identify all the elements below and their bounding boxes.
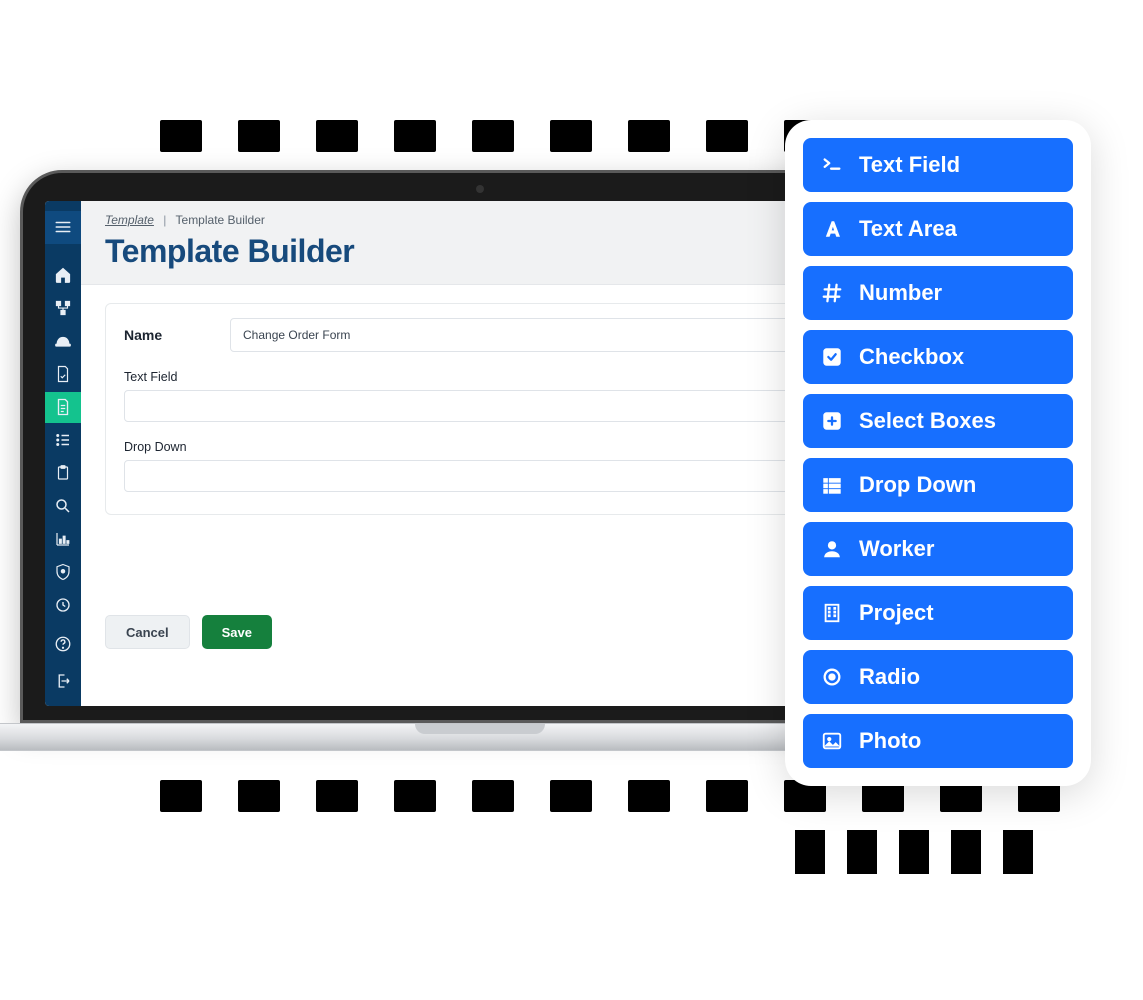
palette-label: Number [859, 280, 942, 306]
breadcrumb-separator: | [163, 213, 166, 227]
palette-label: Text Area [859, 216, 957, 242]
text-field-input[interactable] [124, 390, 872, 422]
palette-project[interactable]: Project [803, 586, 1073, 640]
breadcrumb-root[interactable]: Template [105, 213, 154, 227]
palette-label: Radio [859, 664, 920, 690]
user-icon [819, 538, 845, 560]
palette-label: Select Boxes [859, 408, 996, 434]
palette-photo[interactable]: Photo [803, 714, 1073, 768]
font-icon [819, 218, 845, 240]
sidebar-item-list[interactable] [45, 425, 81, 456]
sidebar-item-search[interactable] [45, 490, 81, 521]
palette-label: Drop Down [859, 472, 976, 498]
decoration-stripes [795, 830, 1033, 874]
palette-label: Photo [859, 728, 921, 754]
sidebar-item-hardhat[interactable] [45, 326, 81, 357]
sidebar-item-tree[interactable] [45, 293, 81, 324]
sidebar-item-home[interactable] [45, 260, 81, 291]
palette-label: Project [859, 600, 934, 626]
field-palette: Text Field Text Area Number Checkbox Sel… [785, 120, 1091, 786]
dropdown-input[interactable] [124, 460, 872, 492]
cancel-button[interactable]: Cancel [105, 615, 190, 649]
palette-number[interactable]: Number [803, 266, 1073, 320]
checkbox-icon [819, 346, 845, 368]
menu-toggle[interactable] [45, 211, 81, 244]
palette-checkbox[interactable]: Checkbox [803, 330, 1073, 384]
palette-drop-down[interactable]: Drop Down [803, 458, 1073, 512]
palette-radio[interactable]: Radio [803, 650, 1073, 704]
sidebar-item-clipboard[interactable] [45, 457, 81, 488]
sidebar-item-document[interactable] [45, 359, 81, 390]
radio-icon [819, 666, 845, 688]
palette-worker[interactable]: Worker [803, 522, 1073, 576]
name-label: Name [124, 327, 194, 343]
plus-box-icon [819, 410, 845, 432]
sidebar [45, 201, 81, 706]
form-card: Name Text Field Drop Down [105, 303, 891, 515]
palette-select-boxes[interactable]: Select Boxes [803, 394, 1073, 448]
save-button[interactable]: Save [202, 615, 272, 649]
name-input[interactable] [230, 318, 872, 352]
palette-text-field[interactable]: Text Field [803, 138, 1073, 192]
field-label-dropdown: Drop Down [124, 440, 872, 454]
breadcrumb: Template | Template Builder [105, 213, 891, 227]
terminal-icon [819, 154, 845, 176]
breadcrumb-current: Template Builder [176, 213, 265, 227]
page-title: Template Builder [105, 233, 891, 270]
building-icon [819, 602, 845, 624]
sidebar-item-clock[interactable] [45, 589, 81, 620]
palette-label: Worker [859, 536, 934, 562]
palette-label: Checkbox [859, 344, 964, 370]
sidebar-item-shield[interactable] [45, 556, 81, 587]
field-label-text: Text Field [124, 370, 872, 384]
sidebar-item-help[interactable] [45, 628, 81, 659]
sidebar-item-file[interactable] [45, 392, 81, 423]
palette-text-area[interactable]: Text Area [803, 202, 1073, 256]
image-icon [819, 730, 845, 752]
palette-label: Text Field [859, 152, 960, 178]
sidebar-item-chart[interactable] [45, 523, 81, 554]
hash-icon [819, 282, 845, 304]
list-icon [819, 474, 845, 496]
sidebar-item-logout[interactable] [45, 665, 81, 696]
